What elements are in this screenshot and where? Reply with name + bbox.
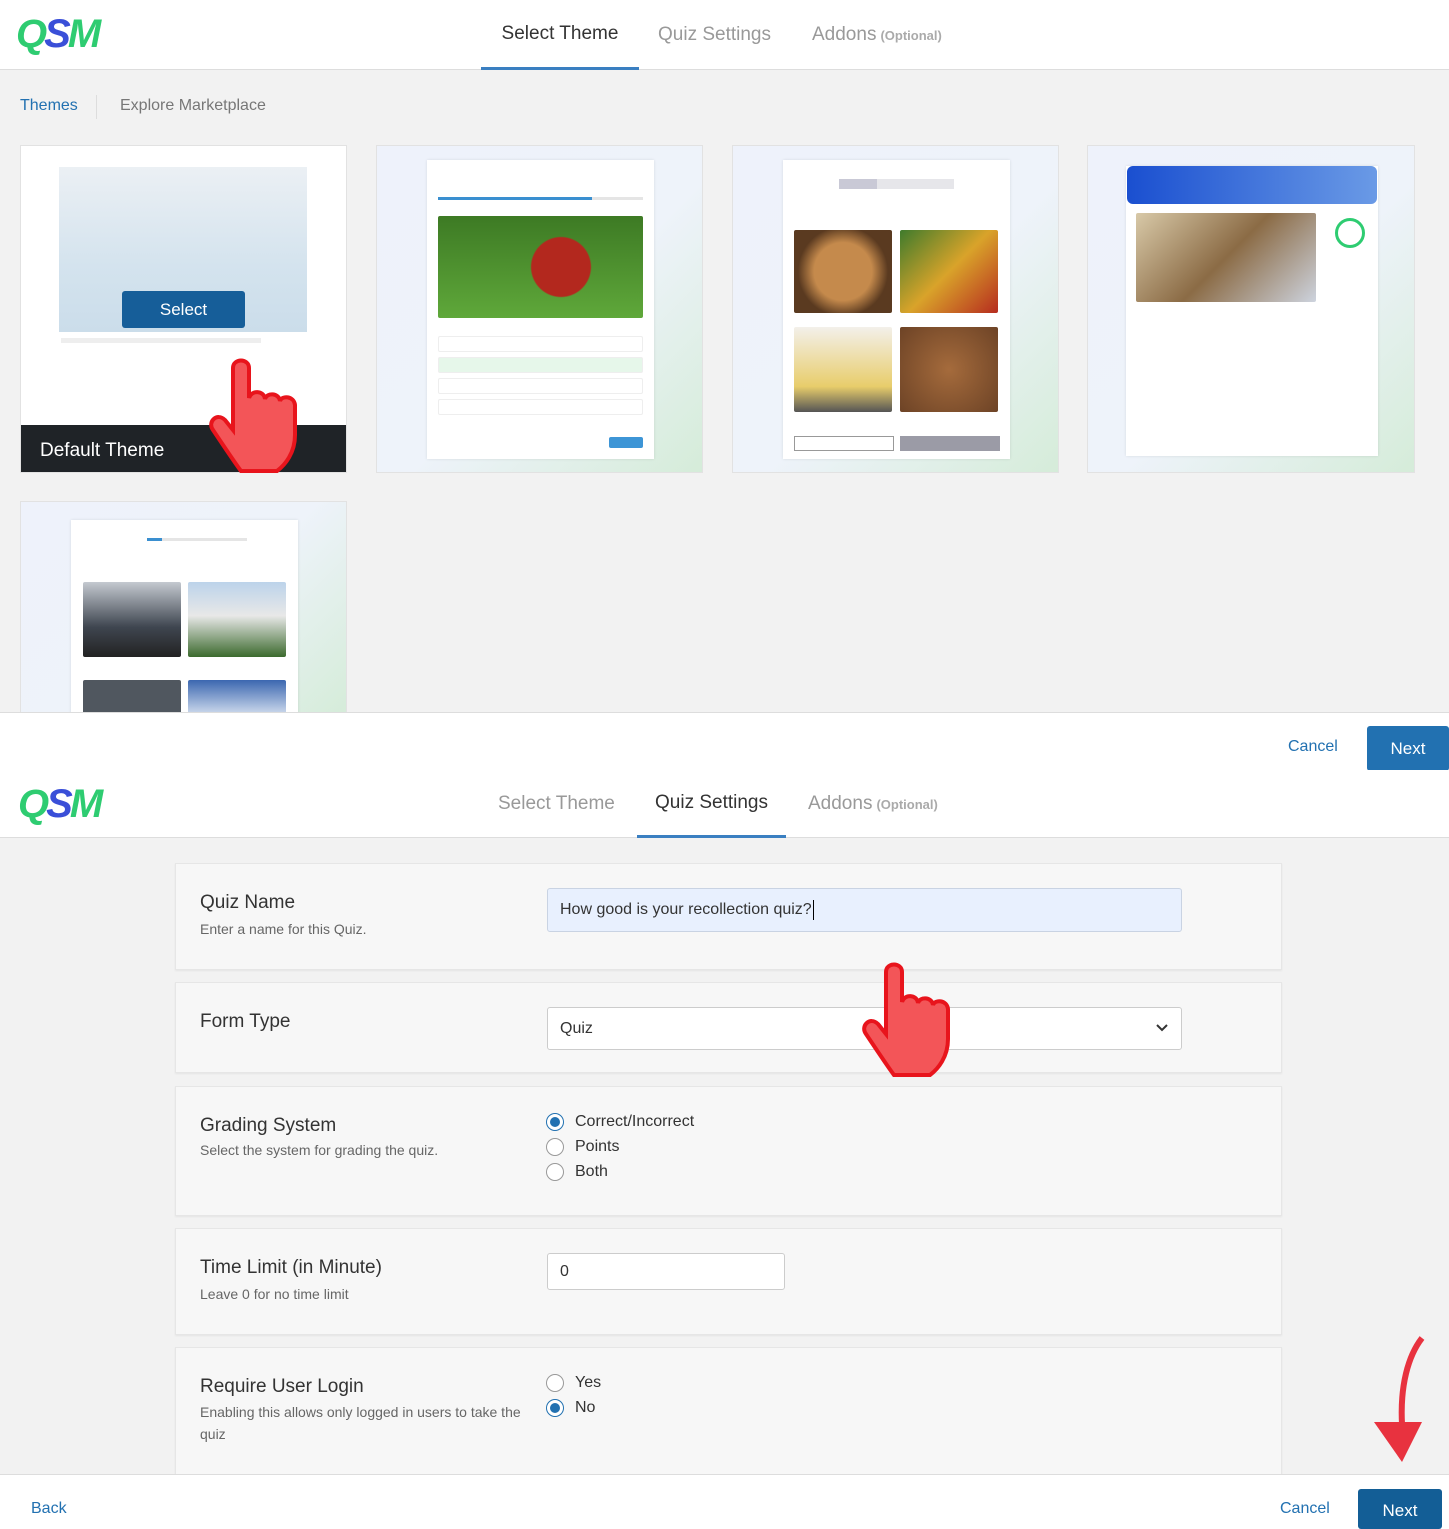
tab-addons[interactable]: Addons (Optional): [794, 0, 960, 70]
top-header: QSM Select Theme Quiz Settings Addons (Op…: [0, 0, 1449, 70]
chevron-down-icon: [1156, 1024, 1168, 1032]
radio-yes[interactable]: Yes: [546, 1374, 601, 1392]
radio-unchecked: [546, 1138, 564, 1156]
form-type-label: Form Type: [200, 1011, 291, 1032]
radio-unchecked: [546, 1163, 564, 1181]
back-button[interactable]: Back: [31, 1500, 67, 1518]
theme-card-4[interactable]: [1087, 145, 1415, 473]
radio-points[interactable]: Points: [546, 1138, 619, 1156]
time-limit-desc: Leave 0 for no time limit: [200, 1286, 349, 1302]
radio-checked: [546, 1399, 564, 1417]
time-limit-input[interactable]: 0: [547, 1253, 785, 1290]
radio-label: No: [575, 1399, 596, 1416]
optional-label: (Optional): [876, 796, 938, 812]
theme-preview: [1126, 166, 1378, 456]
subnav-explore-marketplace[interactable]: Explore Marketplace: [120, 97, 266, 115]
tab-label: Select Theme: [501, 22, 619, 44]
radio-label: Yes: [575, 1374, 602, 1391]
text-cursor: [812, 900, 814, 920]
radio-correct-incorrect[interactable]: Correct/Incorrect: [546, 1113, 694, 1131]
radio-label: Correct/Incorrect: [575, 1113, 695, 1130]
quiz-name-desc: Enter a name for this Quiz.: [200, 921, 367, 937]
login-label: Require User Login: [200, 1376, 364, 1397]
radio-unchecked: [546, 1374, 564, 1392]
radio-both[interactable]: Both: [546, 1163, 608, 1181]
tab-label: Addons: [808, 793, 873, 814]
pointer-hand-icon: [209, 358, 297, 473]
radio-checked: [546, 1113, 564, 1131]
theme-preview: [71, 520, 298, 715]
login-row: Require User Login Enabling this allows …: [175, 1347, 1282, 1477]
theme-card-3[interactable]: [732, 145, 1059, 473]
form-type-row: Form Type Quiz: [175, 982, 1282, 1073]
form-type-value: Quiz: [560, 1019, 593, 1037]
radio-no[interactable]: No: [546, 1399, 595, 1417]
login-desc: Enabling this allows only logged in user…: [200, 1404, 521, 1442]
grading-label: Grading System: [200, 1115, 337, 1136]
subnav-themes[interactable]: Themes: [20, 97, 78, 115]
tab-label: Addons: [812, 24, 877, 45]
time-limit-row: Time Limit (in Minute) Leave 0 for no ti…: [175, 1228, 1282, 1335]
qsm-logo: QSM: [18, 782, 103, 826]
quiz-name-row: Quiz Name Enter a name for this Quiz. Ho…: [175, 863, 1282, 970]
theme-card-2[interactable]: [376, 145, 703, 473]
theme-card-5[interactable]: [20, 501, 347, 716]
tab-label: Quiz Settings: [655, 791, 768, 813]
theme-preview: [427, 160, 654, 459]
tab-select-theme[interactable]: Select Theme: [480, 770, 633, 838]
tab-label: Quiz Settings: [658, 24, 771, 45]
arrow-down-icon: [1374, 1336, 1425, 1462]
grading-desc: Select the system for grading the quiz.: [200, 1142, 439, 1158]
divider: [96, 95, 97, 119]
tab-select-theme[interactable]: Select Theme: [481, 0, 639, 70]
radio-label: Points: [575, 1138, 620, 1155]
quiz-name-input[interactable]: How good is your recollection quiz?: [547, 888, 1182, 932]
tab-label: Select Theme: [498, 793, 615, 814]
theme-preview: [783, 160, 1010, 459]
quiz-name-label: Quiz Name: [200, 892, 296, 913]
pointer-hand-icon: [862, 962, 950, 1077]
time-limit-value: 0: [560, 1262, 569, 1280]
settings-header: QSM Select Theme Quiz Settings Addons (Op…: [0, 770, 1449, 838]
select-theme-button[interactable]: Select: [122, 291, 245, 328]
next-button[interactable]: Next: [1358, 1489, 1442, 1529]
time-limit-label: Time Limit (in Minute): [200, 1257, 382, 1278]
quiz-name-value: How good is your recollection quiz?: [560, 901, 812, 918]
next-button[interactable]: Next: [1367, 726, 1449, 771]
settings-footer: Back Cancel Next: [0, 1474, 1449, 1529]
tab-quiz-settings[interactable]: Quiz Settings: [640, 0, 789, 70]
cancel-button[interactable]: Cancel: [1288, 738, 1338, 756]
preview-question: [61, 338, 261, 343]
qsm-logo: QSM: [16, 12, 101, 56]
tab-addons[interactable]: Addons (Optional): [790, 770, 956, 838]
cancel-button[interactable]: Cancel: [1280, 1500, 1330, 1518]
theme-area: Themes Explore Marketplace Select Defaul…: [0, 70, 1449, 716]
optional-label: (Optional): [880, 27, 942, 43]
top-footer: Cancel Next: [0, 712, 1449, 771]
tab-quiz-settings[interactable]: Quiz Settings: [637, 770, 786, 838]
radio-label: Both: [575, 1163, 608, 1180]
grading-row: Grading System Select the system for gra…: [175, 1086, 1282, 1216]
